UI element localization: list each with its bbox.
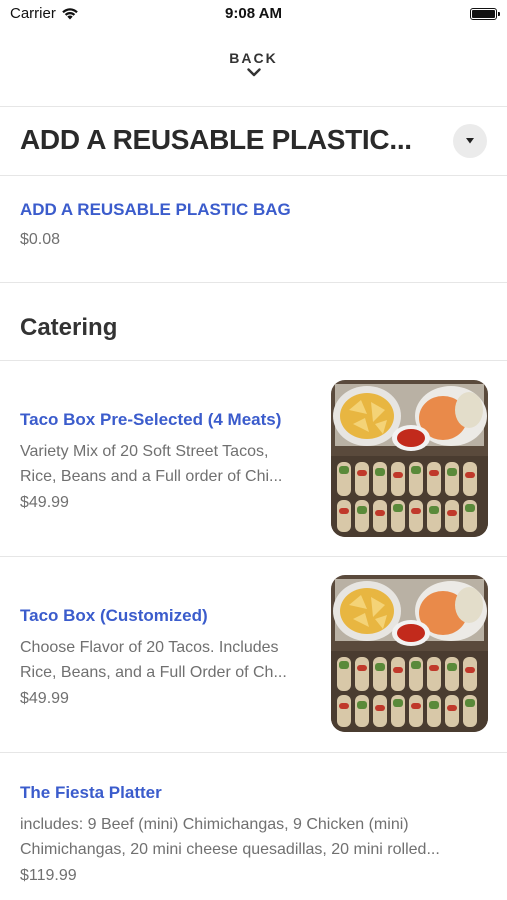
item-name: ADD A REUSABLE PLASTIC BAG <box>20 200 291 219</box>
section-dropdown-button[interactable] <box>453 124 487 158</box>
section-title: ADD A REUSABLE PLASTIC... <box>20 124 412 155</box>
item-price: $119.99 <box>20 867 77 884</box>
item-name: Taco Box (Customized) <box>20 606 208 625</box>
status-time: 9:08 AM <box>225 5 282 22</box>
item-name: Taco Box Pre-Selected (4 Meats) <box>20 410 282 429</box>
item-price: $49.99 <box>20 494 69 511</box>
menu-item-taco-box-customized[interactable]: Taco Box (Customized) Choose Flavor of 2… <box>0 557 507 752</box>
plastic-bag-item[interactable]: ADD A REUSABLE PLASTIC BAG $0.08 <box>20 200 487 249</box>
taco-box-photo <box>331 575 488 732</box>
item-description: Variety Mix of 20 Soft Street Tacos, Ric… <box>20 443 283 485</box>
status-bar: Carrier 9:08 AM <box>0 0 507 28</box>
item-description: includes: 9 Beef (mini) Chimichangas, 9 … <box>20 816 440 858</box>
item-description: Choose Flavor of 20 Tacos. Includes Rice… <box>20 639 287 681</box>
item-name: The Fiesta Platter <box>20 783 162 802</box>
menu-item-taco-box-preselected[interactable]: Taco Box Pre-Selected (4 Meats) Variety … <box>0 361 507 556</box>
category-title: Catering <box>20 314 118 341</box>
item-price: $49.99 <box>20 690 69 707</box>
section-header: ADD A REUSABLE PLASTIC... <box>20 124 487 164</box>
taco-box-photo <box>331 380 488 537</box>
battery-icon <box>470 8 500 20</box>
divider <box>0 106 507 107</box>
divider <box>0 175 507 176</box>
menu-item-fiesta-platter[interactable]: The Fiesta Platter includes: 9 Beef (min… <box>0 753 507 900</box>
divider <box>0 282 507 283</box>
back-label: BACK <box>229 50 278 66</box>
item-price: $0.08 <box>20 231 61 248</box>
back-button[interactable]: BACK <box>0 50 507 77</box>
chevron-down-icon <box>246 68 261 77</box>
caret-down-icon <box>466 138 474 144</box>
